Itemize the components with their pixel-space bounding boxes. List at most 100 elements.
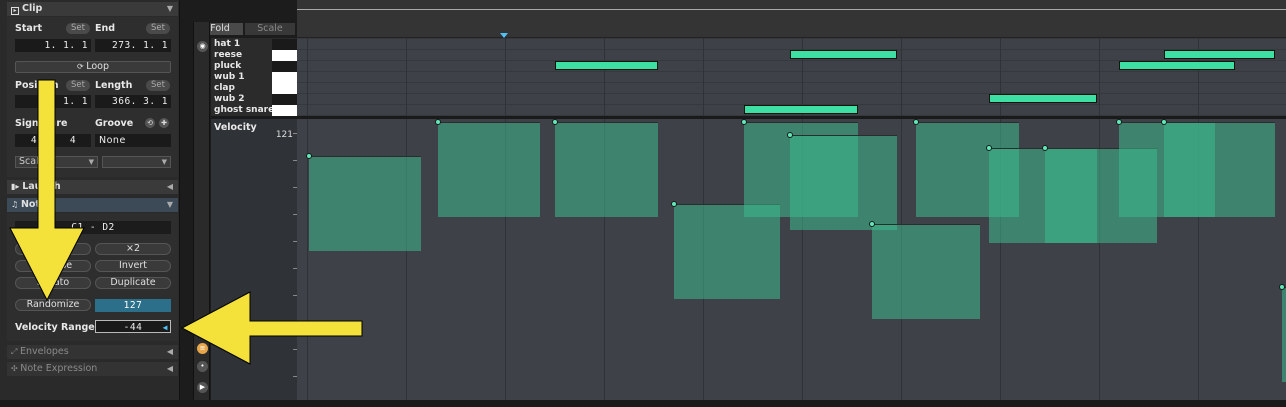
duplicate-button[interactable]: Duplicate bbox=[95, 277, 171, 289]
midi-note[interactable] bbox=[744, 105, 858, 114]
velocity-handle[interactable] bbox=[869, 221, 875, 227]
velocity-handle[interactable] bbox=[1279, 284, 1285, 290]
drum-lane[interactable]: wub 2 bbox=[211, 94, 297, 105]
end-set-button[interactable]: Set bbox=[146, 23, 170, 34]
velocity-bar[interactable] bbox=[674, 204, 780, 299]
signature-numerator[interactable]: 4 bbox=[15, 134, 53, 147]
beat-grid-line bbox=[307, 38, 308, 116]
piano-key[interactable] bbox=[272, 61, 297, 72]
loop-icon: ⟳ bbox=[76, 62, 87, 71]
headphones-icon[interactable]: ◉ bbox=[197, 41, 208, 52]
velocity-handle[interactable] bbox=[1161, 119, 1167, 125]
note-grid[interactable] bbox=[297, 38, 1286, 116]
beat-time-ruler[interactable] bbox=[297, 0, 1286, 38]
piano-key[interactable] bbox=[272, 72, 297, 83]
reverse-button[interactable]: Reverse bbox=[15, 260, 91, 272]
loop-button[interactable]: ⟳ Loop bbox=[15, 61, 171, 73]
length-set-button[interactable]: Set bbox=[146, 80, 170, 91]
velocity-bar[interactable] bbox=[872, 224, 980, 319]
length-field[interactable]: 366. 3. 1 bbox=[95, 95, 171, 108]
groove-chooser[interactable]: None bbox=[95, 134, 171, 147]
beat-grid-line bbox=[901, 38, 902, 116]
beat-grid-line bbox=[1000, 38, 1001, 116]
expand-icon[interactable]: ◀ bbox=[167, 345, 173, 359]
drum-lane[interactable]: pluck bbox=[211, 61, 297, 72]
drum-lane-name: ghost snare bbox=[214, 105, 275, 115]
start-field[interactable]: 1. 1. 1 bbox=[15, 39, 91, 52]
invert-button[interactable]: Invert bbox=[95, 260, 171, 272]
signature-denominator[interactable]: 4 bbox=[55, 134, 91, 147]
note-expression-section-header[interactable]: ✣ Note Expression ◀ bbox=[7, 362, 178, 376]
beat-grid-line bbox=[307, 119, 308, 400]
play-icon[interactable]: ▶ bbox=[197, 382, 208, 393]
position-set-button[interactable]: Set bbox=[66, 80, 90, 91]
legato-button[interactable]: Legato bbox=[15, 277, 91, 289]
velocity-handle[interactable] bbox=[552, 119, 558, 125]
drum-lane-name: reese bbox=[214, 50, 243, 60]
scale-root-dropdown[interactable]: Scale ▼ bbox=[15, 156, 98, 168]
velocity-handle[interactable] bbox=[435, 119, 441, 125]
midi-note[interactable] bbox=[555, 61, 658, 70]
velocity-bar[interactable] bbox=[790, 135, 897, 230]
piano-key[interactable] bbox=[272, 105, 297, 116]
clip-section-header[interactable]: ▸ Clip ▼ bbox=[7, 2, 178, 16]
drum-lane[interactable]: reese bbox=[211, 50, 297, 61]
launch-icon: ▮▸ bbox=[11, 182, 23, 191]
piano-key[interactable] bbox=[272, 83, 297, 94]
bottom-border bbox=[0, 400, 1286, 407]
velocity-handle[interactable] bbox=[1042, 145, 1048, 151]
collapse-icon[interactable]: ▼ bbox=[167, 2, 173, 16]
note-range-field[interactable]: C1 - D2 bbox=[15, 221, 171, 234]
groove-label: Groove bbox=[95, 118, 134, 129]
double-time-button[interactable]: ×2 bbox=[95, 243, 171, 255]
clip-icon: ▸ bbox=[11, 7, 19, 15]
drum-lane[interactable]: ghost snare bbox=[211, 105, 297, 116]
drum-lane[interactable]: wub 1 bbox=[211, 72, 297, 83]
randomize-button[interactable]: Randomize bbox=[15, 299, 91, 311]
groove-hot-swap-icon[interactable]: ⟲ bbox=[145, 118, 155, 128]
position-field[interactable]: 1. 1. 1 bbox=[15, 95, 91, 108]
notes-section-header[interactable]: ♫ Notes ▼ bbox=[7, 198, 178, 212]
velocity-bar[interactable] bbox=[309, 156, 421, 251]
velocity-editor-icon[interactable]: ≡ bbox=[197, 343, 208, 354]
midi-note[interactable] bbox=[1119, 61, 1235, 70]
piano-key[interactable] bbox=[272, 94, 297, 105]
randomize-amount-field[interactable]: 127 bbox=[95, 299, 171, 312]
drum-lane[interactable]: hat 1 bbox=[211, 39, 297, 50]
velocity-handle[interactable] bbox=[787, 132, 793, 138]
half-time-button[interactable]: ÷2 bbox=[15, 243, 91, 255]
midi-note[interactable] bbox=[1164, 50, 1275, 59]
position-label: Position bbox=[15, 80, 59, 91]
velocity-lane[interactable] bbox=[297, 119, 1286, 400]
velocity-bar[interactable] bbox=[1164, 122, 1275, 217]
groove-commit-icon[interactable]: ✚ bbox=[159, 118, 169, 128]
piano-key[interactable] bbox=[272, 50, 297, 61]
start-set-button[interactable]: Set bbox=[66, 23, 90, 34]
lane-divider bbox=[297, 38, 1286, 39]
velocity-handle[interactable] bbox=[986, 145, 992, 151]
velocity-bar[interactable] bbox=[555, 122, 658, 217]
collapse-icon[interactable]: ▼ bbox=[167, 198, 173, 212]
launch-section-header[interactable]: ▮▸ Launch ◀ bbox=[7, 180, 178, 194]
velocity-handle[interactable] bbox=[913, 119, 919, 125]
chance-editor-icon[interactable]: • bbox=[197, 361, 208, 372]
velocity-range-field[interactable]: -44 ◀ bbox=[95, 320, 171, 333]
lane-divider bbox=[297, 82, 1286, 83]
scale-highlight-button[interactable]: Scale bbox=[245, 23, 295, 35]
velocity-handle[interactable] bbox=[1116, 119, 1122, 125]
velocity-handle[interactable] bbox=[741, 119, 747, 125]
envelopes-section-header[interactable]: ⤢ Envelopes ◀ bbox=[7, 345, 178, 359]
midi-note[interactable] bbox=[989, 94, 1097, 103]
velocity-bar[interactable] bbox=[438, 122, 540, 217]
piano-key[interactable] bbox=[272, 39, 297, 50]
drum-lane[interactable]: clap bbox=[211, 83, 297, 94]
velocity-bar[interactable] bbox=[1282, 287, 1286, 382]
scale-name-dropdown[interactable]: ▼ bbox=[102, 156, 171, 168]
midi-note[interactable] bbox=[790, 50, 897, 59]
beat-grid-line bbox=[703, 38, 704, 116]
end-field[interactable]: 273. 1. 1 bbox=[95, 39, 171, 52]
expand-icon[interactable]: ◀ bbox=[167, 362, 173, 376]
expand-icon[interactable]: ◀ bbox=[167, 180, 173, 194]
velocity-handle[interactable] bbox=[306, 153, 312, 159]
velocity-handle[interactable] bbox=[671, 201, 677, 207]
